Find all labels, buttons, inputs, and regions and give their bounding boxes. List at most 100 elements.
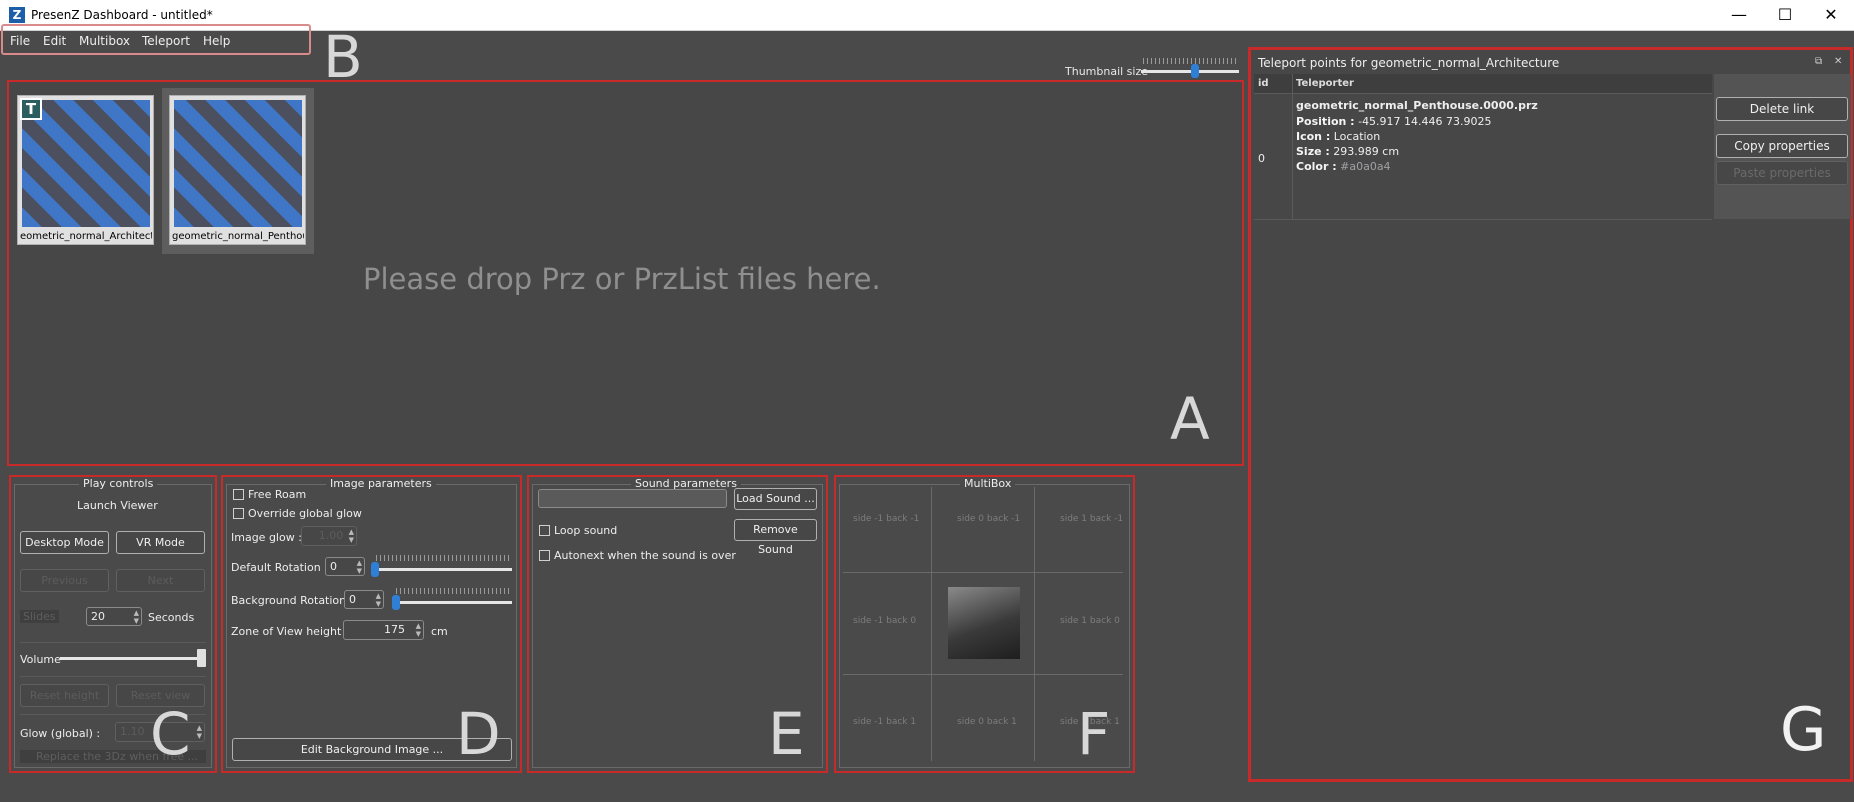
zov-height-field[interactable]: 175 ▲ ▼ — [343, 620, 424, 640]
icon-label: Icon : — [1296, 130, 1331, 143]
spin-arrows-icon[interactable]: ▲ ▼ — [357, 559, 362, 575]
divider — [20, 642, 206, 643]
size-value: 293.989 cm — [1333, 145, 1400, 158]
column-divider — [1292, 74, 1293, 219]
spin-arrows-icon[interactable]: ▲ ▼ — [416, 622, 421, 638]
multibox-cell[interactable]: side 0 back -1 — [957, 514, 1020, 524]
teleport-row-id: 0 — [1258, 152, 1265, 165]
override-glow-checkbox[interactable] — [233, 508, 244, 519]
close-window-button[interactable]: ✕ — [1808, 0, 1854, 30]
glow-global-label: Glow (global) : — [20, 727, 101, 740]
paste-properties-button[interactable]: Paste properties — [1716, 161, 1848, 185]
spin-arrows-icon[interactable]: ▲ ▼ — [134, 609, 139, 625]
minimize-button[interactable]: — — [1716, 0, 1762, 30]
image-glow-field[interactable]: 1.00 ▲ ▼ — [301, 526, 357, 546]
desktop-mode-button[interactable]: Desktop Mode — [20, 531, 109, 554]
default-rotation-handle[interactable] — [371, 562, 379, 577]
seconds-label: Seconds — [148, 611, 195, 624]
thumbnail-label: geometric_normal_Penthouse — [172, 231, 304, 242]
background-rotation-field[interactable]: 0 ▲ ▼ — [344, 590, 384, 609]
copy-properties-button[interactable]: Copy properties — [1716, 134, 1848, 158]
maximize-button[interactable]: ☐ — [1762, 0, 1808, 30]
previous-button[interactable]: Previous — [20, 569, 109, 592]
close-panel-icon[interactable]: ✕ — [1834, 56, 1842, 67]
divider — [20, 676, 206, 677]
region-label-f: F — [1077, 700, 1111, 768]
position-value: -45.917 14.446 73.9025 — [1358, 115, 1492, 128]
multibox-cell[interactable]: side 1 back 0 — [1060, 616, 1120, 626]
spin-arrows-icon[interactable]: ▲ ▼ — [376, 592, 381, 608]
launch-viewer-label: Launch Viewer — [77, 499, 158, 512]
grid-line — [843, 572, 1123, 573]
thumbnail-size-label: Thumbnail size — [1065, 65, 1149, 78]
row-divider — [1254, 219, 1712, 220]
remove-sound-button[interactable]: Remove Sound — [734, 519, 817, 556]
region-label-d: D — [456, 700, 501, 768]
vr-mode-button[interactable]: VR Mode — [116, 531, 205, 554]
default-rotation-slider[interactable] — [374, 568, 512, 571]
slideshow-checkbox[interactable]: Slides — [20, 610, 59, 623]
multibox-cell[interactable]: side -1 back 0 — [853, 616, 916, 626]
spin-arrows-icon[interactable]: ▲ ▼ — [349, 528, 354, 544]
autonext-checkbox[interactable] — [539, 550, 550, 561]
multibox-title: MultiBox — [960, 477, 1016, 490]
teleport-panel-title: Teleport points for geometric_normal_Arc… — [1258, 56, 1560, 70]
override-glow-label: Override global glow — [248, 507, 362, 520]
loop-sound-checkbox[interactable] — [539, 525, 550, 536]
thumbnail-size-ticks — [1143, 58, 1239, 64]
image-glow-label: Image glow : — [231, 531, 302, 544]
delete-link-button[interactable]: Delete link — [1716, 97, 1848, 121]
volume-label: Volume — [20, 653, 61, 666]
play-controls-title: Play controls — [79, 477, 158, 490]
slideshow-seconds-field[interactable]: 20 ▲ ▼ — [86, 607, 142, 626]
window-title: PresenZ Dashboard - untitled* — [31, 8, 213, 22]
background-rotation-value: 0 — [349, 593, 356, 606]
free-roam-label: Free Roam — [248, 488, 307, 501]
thumbnail-size-handle[interactable] — [1190, 64, 1199, 78]
thumbnail-image — [174, 100, 302, 227]
thumbnail-penthouse[interactable]: geometric_normal_Penthouse — [169, 95, 306, 245]
float-panel-icon[interactable]: ⧉ — [1815, 56, 1822, 67]
app-logo-icon: Z — [9, 7, 25, 23]
column-id[interactable]: id — [1258, 78, 1269, 89]
region-label-b: B — [323, 23, 363, 91]
multibox-center-thumbnail[interactable] — [948, 587, 1020, 659]
multibox-cell[interactable]: side 1 back -1 — [1060, 514, 1123, 524]
teleport-row-position: Position : -45.917 14.446 73.9025 — [1296, 115, 1492, 128]
reset-height-button[interactable]: Reset height — [20, 684, 109, 707]
next-button[interactable]: Next — [116, 569, 205, 592]
region-label-g: G — [1780, 695, 1827, 765]
teleport-badge-icon: T — [20, 98, 42, 120]
zov-height-label: Zone of View height : — [231, 625, 349, 638]
teleport-row-file[interactable]: geometric_normal_Penthouse.0000.prz — [1296, 99, 1538, 112]
volume-slider[interactable] — [60, 657, 206, 660]
grid-line — [1034, 487, 1035, 761]
image-parameters-title: Image parameters — [326, 477, 436, 490]
zov-unit: cm — [431, 625, 448, 638]
region-label-c: C — [150, 700, 191, 768]
spin-arrows-icon[interactable]: ▲ ▼ — [197, 724, 202, 740]
color-label: Color : — [1296, 160, 1337, 173]
thumbnail-label: eometric_normal_Architectur — [20, 231, 152, 242]
grid-line — [843, 674, 1123, 675]
background-rotation-slider[interactable] — [394, 601, 512, 604]
column-teleporter[interactable]: Teleporter — [1296, 78, 1354, 89]
load-sound-button[interactable]: Load Sound ... — [734, 488, 817, 510]
grid-line — [931, 487, 932, 761]
region-label-a: A — [1170, 385, 1210, 453]
image-glow-value: 1.00 — [318, 529, 344, 542]
glow-global-value: 1.10 — [120, 725, 145, 738]
multibox-cell[interactable]: side 0 back 1 — [957, 717, 1017, 727]
multibox-cell[interactable]: side -1 back -1 — [853, 514, 919, 524]
sound-progress-bar — [538, 489, 727, 508]
background-rotation-handle[interactable] — [392, 595, 400, 610]
zov-height-value: 175 — [384, 623, 405, 636]
loop-sound-label: Loop sound — [554, 524, 618, 537]
free-roam-checkbox[interactable] — [233, 489, 244, 500]
volume-handle[interactable] — [197, 649, 206, 667]
thumbnail-architecture[interactable]: T eometric_normal_Architectur — [17, 95, 154, 245]
multibox-cell[interactable]: side -1 back 1 — [853, 717, 916, 727]
drop-hint-text: Please drop Prz or PrzList files here. — [363, 262, 881, 296]
default-rotation-field[interactable]: 0 ▲ ▼ — [325, 557, 365, 576]
size-label: Size : — [1296, 145, 1330, 158]
